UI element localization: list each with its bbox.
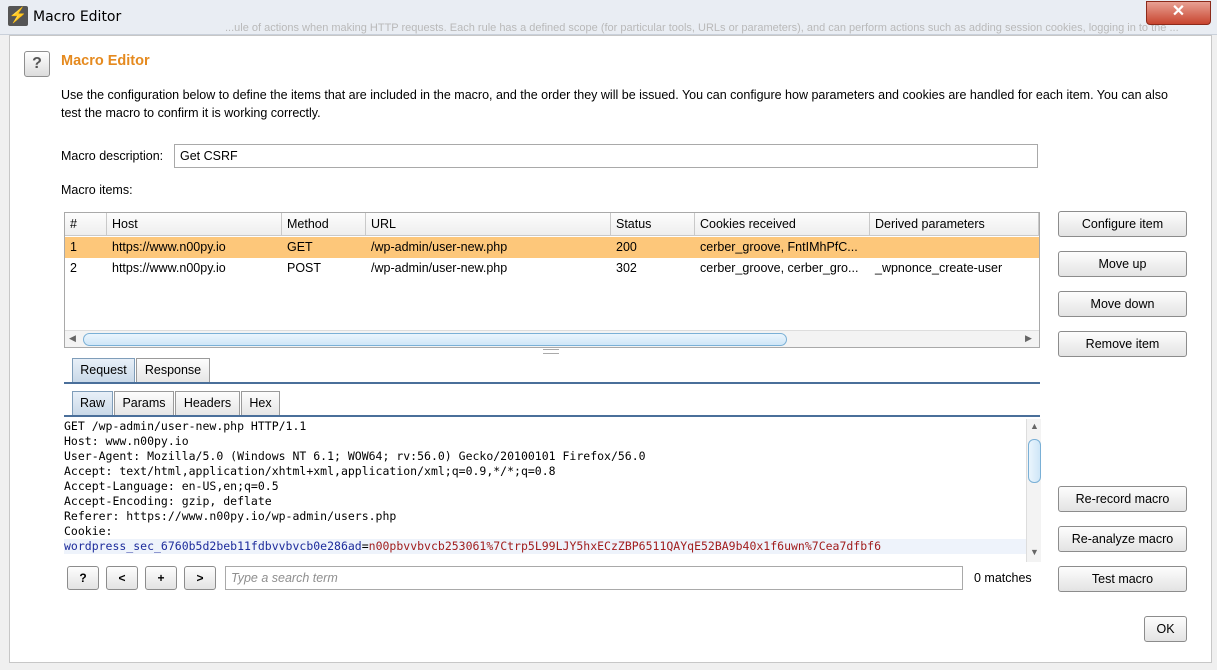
row-url: /wp-admin/user-new.php (371, 240, 508, 254)
test-macro-button[interactable]: Test macro (1058, 566, 1187, 592)
dialog-description: Use the configuration below to define th… (61, 88, 1168, 120)
row-derived: _wpnonce_create-user (875, 261, 1003, 275)
cookie-line: wordpress_sec_6760b5d2beb11fdbvvbvcb0e28… (64, 539, 1026, 554)
search-match-count: 0 matches (974, 571, 1032, 585)
tab-hex[interactable]: Hex (241, 391, 280, 415)
scroll-up-icon[interactable]: ▲ (1030, 421, 1039, 431)
macro-items-table: # Host Method URL Status Cookies receive… (64, 212, 1040, 348)
row-host: https://www.n00py.io (112, 240, 226, 254)
window-title: Macro Editor (33, 9, 122, 25)
column-header-status[interactable]: Status (611, 213, 695, 236)
tab-divider (64, 415, 1040, 417)
search-next-button[interactable]: > (184, 566, 216, 590)
close-window-button[interactable]: ✕ (1146, 1, 1211, 25)
row-num: 1 (70, 240, 77, 254)
row-cookies: cerber_groove, FntIMhPfC... (700, 240, 858, 254)
row-cookies: cerber_groove, cerber_gro... (700, 261, 859, 275)
configure-item-button[interactable]: Configure item (1058, 211, 1187, 237)
macro-items-label: Macro items: (61, 183, 133, 197)
search-help-button[interactable]: ? (67, 566, 99, 590)
macro-editor-window: ⚡ Macro Editor ...ule of actions when ma… (0, 0, 1217, 670)
row-status: 200 (616, 240, 637, 254)
request-line: Accept: text/html,application/xhtml+xml,… (64, 464, 556, 478)
move-up-button[interactable]: Move up (1058, 251, 1187, 277)
row-method: POST (287, 261, 322, 275)
title-bar: ⚡ Macro Editor ...ule of actions when ma… (0, 0, 1217, 35)
cookie-name: wordpress_sec_6760b5d2beb11fdbvvbvcb0e28… (64, 539, 362, 553)
search-add-button[interactable]: + (145, 566, 177, 590)
splitter-handle[interactable] (543, 349, 559, 354)
column-header-url[interactable]: URL (366, 213, 611, 236)
burp-app-icon: ⚡ (8, 6, 28, 26)
column-header-method[interactable]: Method (282, 213, 366, 236)
scroll-right-icon[interactable]: ▶ (1025, 333, 1032, 344)
request-line: Referer: https://www.n00py.io/wp-admin/u… (64, 509, 397, 523)
tab-response[interactable]: Response (136, 358, 210, 382)
row-status: 302 (616, 261, 637, 275)
ok-button[interactable]: OK (1144, 616, 1187, 642)
cookie-value: n00pbvvbvcb253061%7Ctrp5L99LJY5hxECzZBP6… (368, 539, 882, 553)
search-input[interactable]: Type a search term (225, 566, 963, 590)
table-row[interactable]: 2 https://www.n00py.io POST /wp-admin/us… (65, 258, 1039, 279)
request-editor[interactable]: GET /wp-admin/user-new.php HTTP/1.1 Host… (64, 419, 1026, 562)
request-line: Cookie: (64, 524, 113, 538)
row-derived (870, 237, 1039, 258)
request-line: Accept-Language: en-US,en;q=0.5 (64, 479, 279, 493)
tab-raw[interactable]: Raw (72, 391, 113, 415)
dialog-heading: Macro Editor (61, 53, 150, 69)
tab-params[interactable]: Params (114, 391, 174, 415)
reanalyze-macro-button[interactable]: Re-analyze macro (1058, 526, 1187, 552)
column-header-derived-parameters[interactable]: Derived parameters (870, 213, 1039, 236)
scroll-down-icon[interactable]: ▼ (1030, 547, 1039, 557)
search-previous-button[interactable]: < (106, 566, 138, 590)
tab-divider (64, 382, 1040, 384)
row-url: /wp-admin/user-new.php (371, 261, 508, 275)
macro-description-label: Macro description: (61, 149, 164, 163)
move-down-button[interactable]: Move down (1058, 291, 1187, 317)
background-window-text: ...ule of actions when making HTTP reque… (225, 22, 1179, 34)
macro-description-field[interactable]: Get CSRF (174, 144, 1038, 168)
tab-headers[interactable]: Headers (175, 391, 240, 415)
row-method: GET (287, 240, 313, 254)
request-line: User-Agent: Mozilla/5.0 (Windows NT 6.1;… (64, 449, 646, 463)
scrollbar-thumb[interactable] (83, 333, 787, 346)
row-num: 2 (70, 261, 77, 275)
request-line: GET /wp-admin/user-new.php HTTP/1.1 (64, 419, 307, 433)
request-line: Host: www.n00py.io (64, 434, 189, 448)
cookie-equals: = (361, 539, 369, 553)
scroll-left-icon[interactable]: ◀ (69, 333, 76, 344)
request-line: Accept-Encoding: gzip, deflate (64, 494, 272, 508)
table-row[interactable]: 1 https://www.n00py.io GET /wp-admin/use… (65, 237, 1039, 258)
scrollbar-thumb[interactable] (1028, 439, 1041, 483)
table-horizontal-scrollbar[interactable]: ◀ ▶ (65, 330, 1039, 347)
tab-request[interactable]: Request (72, 358, 135, 382)
rerecord-macro-button[interactable]: Re-record macro (1058, 486, 1187, 512)
remove-item-button[interactable]: Remove item (1058, 331, 1187, 357)
editor-vertical-scrollbar[interactable]: ▲ ▼ (1026, 419, 1041, 562)
column-header-host[interactable]: Host (107, 213, 282, 236)
help-icon[interactable]: ? (24, 51, 50, 77)
column-header-cookies-received[interactable]: Cookies received (695, 213, 870, 236)
row-host: https://www.n00py.io (112, 261, 226, 275)
column-header-num[interactable]: # (65, 213, 107, 236)
